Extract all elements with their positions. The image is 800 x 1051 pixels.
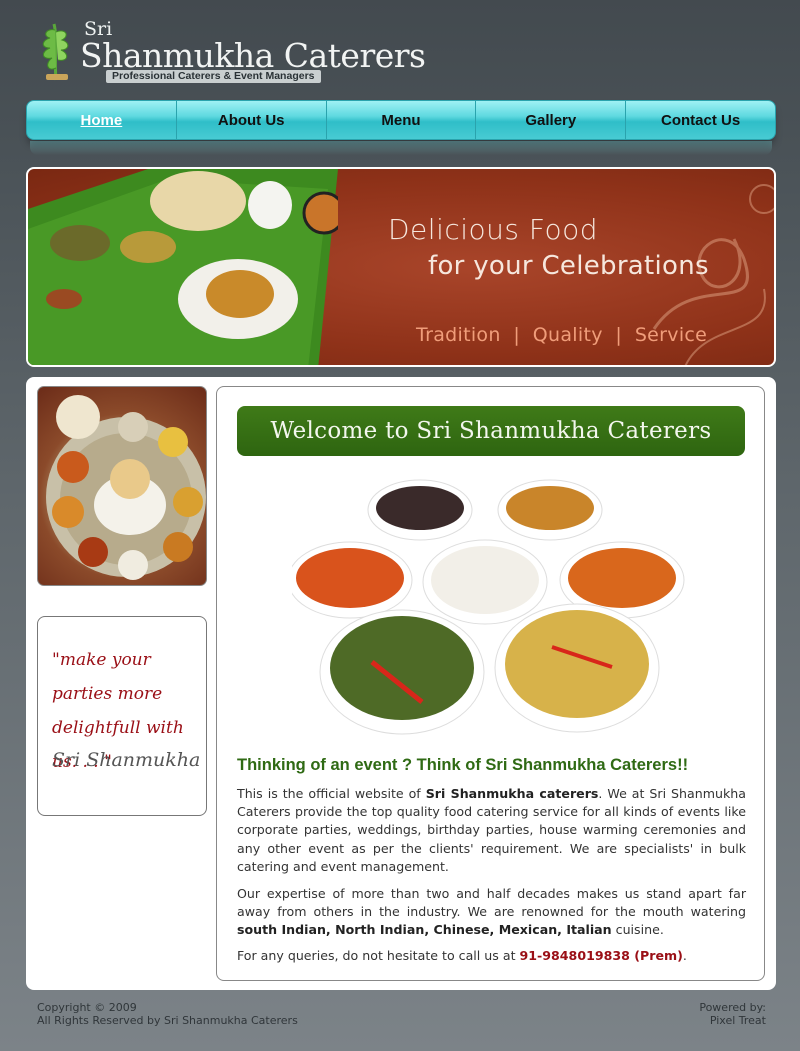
banner-headline-1: Delicious Food — [388, 213, 599, 246]
site-logo[interactable]: Sri Shanmukha Caterers Professional Cate… — [36, 18, 426, 88]
brand-tagline: Professional Caterers & Event Managers — [106, 70, 321, 83]
nav-about-us[interactable]: About Us — [177, 101, 327, 139]
powered-by-link[interactable]: Pixel Treat — [699, 1014, 766, 1028]
nav-reflection — [30, 141, 772, 155]
banner-headline-2: for your Celebrations — [428, 251, 709, 281]
copyright-line: Copyright © 2009 — [37, 1001, 137, 1014]
headline: Thinking of an event ? Think of Sri Shan… — [237, 756, 689, 774]
powered-label: Powered by: — [699, 1001, 766, 1014]
nav-menu[interactable]: Menu — [327, 101, 477, 139]
intro-brand: Sri Shanmukha caterers — [425, 786, 599, 801]
banana-leaf-meal-image — [28, 169, 338, 365]
main-nav: Home About Us Menu Gallery Contact Us — [26, 100, 776, 140]
expertise-text-2: cuisine. — [611, 922, 664, 938]
intro-paragraph: This is the official website of Sri Shan… — [237, 785, 746, 876]
welcome-heading: Welcome to Sri Shanmukha Caterers — [237, 406, 745, 456]
expertise-paragraph: Our expertise of more than two and half … — [237, 885, 746, 940]
quote-box: "make your parties more delightfull with… — [37, 616, 207, 816]
footer-credits: Powered by: Pixel Treat — [699, 1001, 766, 1028]
expertise-text-1: Our expertise of more than two and half … — [237, 886, 746, 920]
contact-text-end: . — [682, 948, 687, 963]
curry-bowls-image — [292, 479, 685, 735]
hero-banner: Delicious Food for your Celebrations Tra… — [26, 167, 776, 367]
quote-signature: Sri Shanmukha — [52, 749, 201, 771]
nav-home[interactable]: Home — [27, 101, 177, 139]
nav-gallery[interactable]: Gallery — [476, 101, 627, 139]
contact-text: For any queries, do not hesitate to call… — [237, 948, 520, 963]
thali-plate-image — [46, 395, 206, 580]
footer-copyright: Copyright © 2009 All Rights Reserved by … — [37, 1001, 298, 1027]
thali-photo — [37, 386, 207, 586]
nav-contact-us[interactable]: Contact Us — [626, 101, 775, 139]
cuisine-list: south Indian, North Indian, Chinese, Mex… — [237, 922, 612, 938]
phone-number[interactable]: 91-9848019838 (Prem) — [520, 948, 683, 963]
leaf-logo-icon — [42, 23, 69, 81]
banner-tags: Tradition | Quality | Service — [416, 324, 708, 346]
main-panel: "make your parties more delightfull with… — [26, 377, 776, 990]
contact-paragraph: For any queries, do not hesitate to call… — [237, 947, 746, 965]
rights-line: All Rights Reserved by Sri Shanmukha Cat… — [37, 1013, 298, 1027]
content-box: Welcome to Sri Shanmukha Caterers Thinki… — [216, 386, 765, 981]
intro-text-1: This is the official website of — [237, 786, 426, 801]
